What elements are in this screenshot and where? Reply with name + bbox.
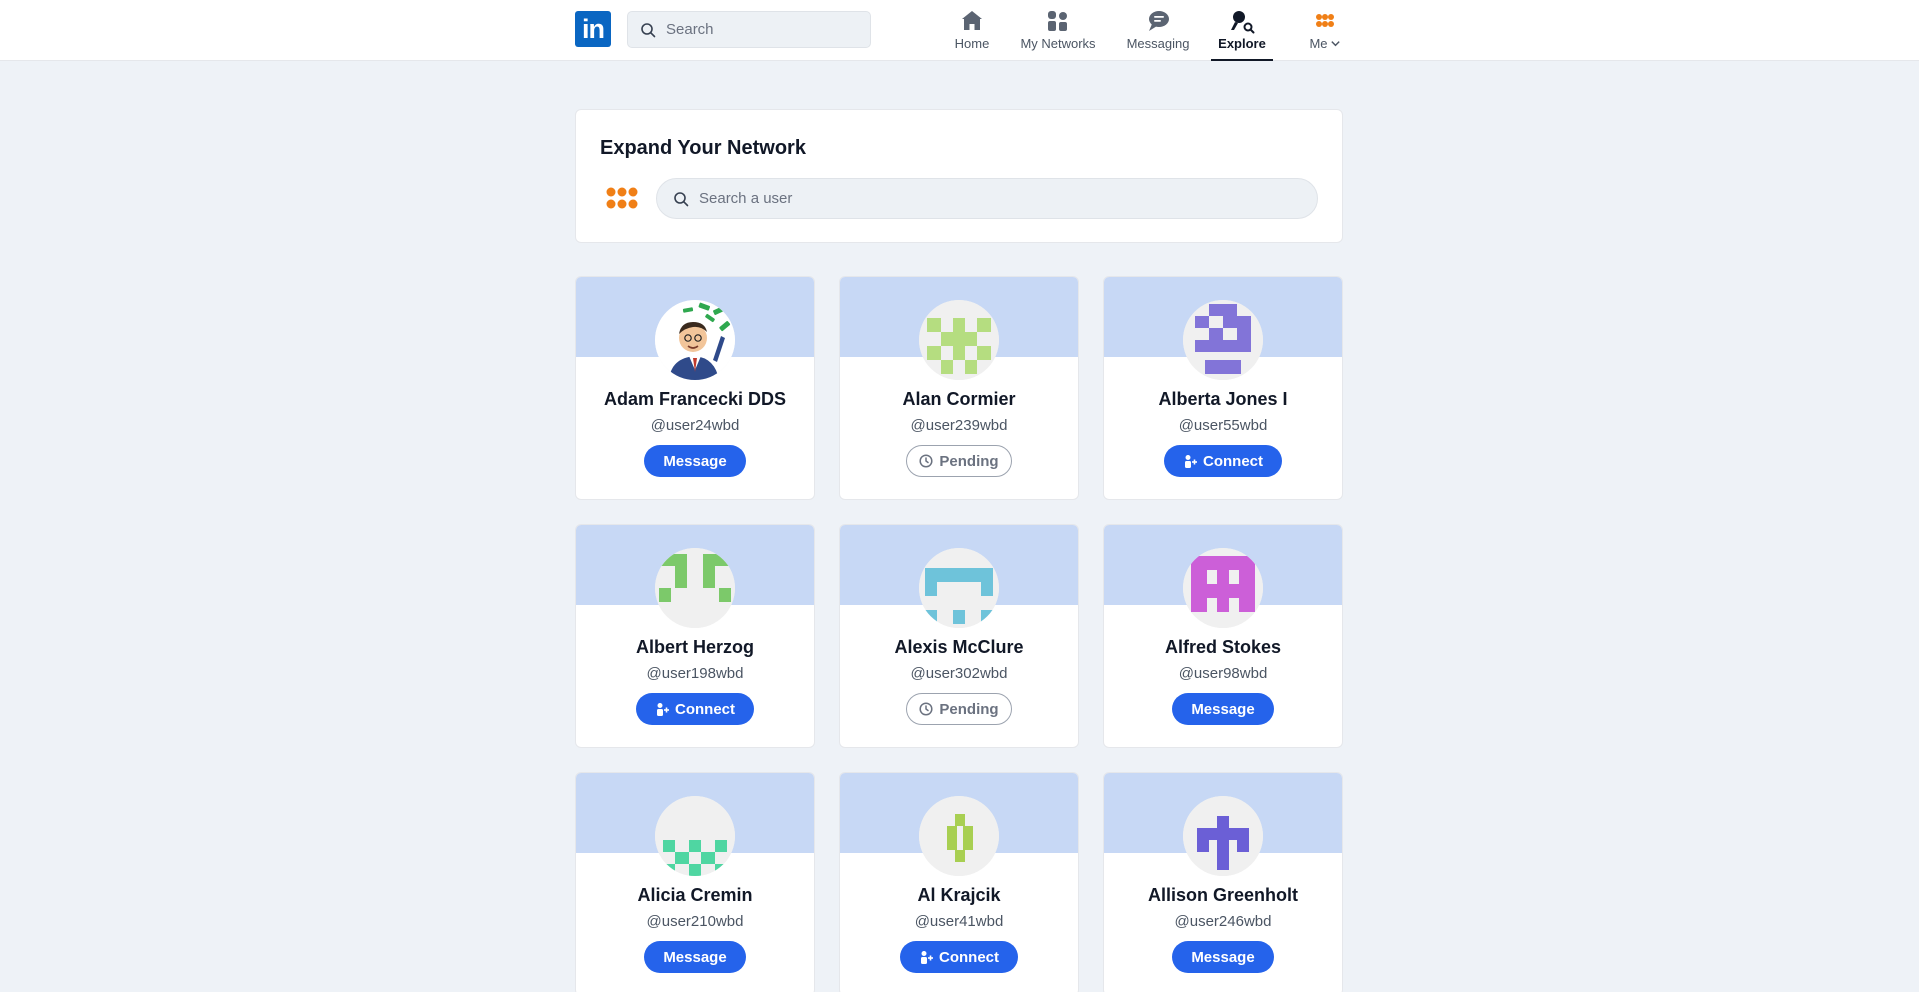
add-user-icon: [921, 951, 933, 964]
nav-explore[interactable]: Explore: [1211, 8, 1273, 61]
message-button[interactable]: Message: [1172, 941, 1274, 973]
chat-icon: [1149, 11, 1169, 31]
user-name[interactable]: Adam Francecki DDS: [576, 389, 814, 410]
nav-explore-label: Explore: [1218, 36, 1266, 51]
user-handle: @user41wbd: [914, 913, 1004, 930]
avatar[interactable]: [1183, 796, 1263, 876]
message-button-label: Message: [663, 948, 727, 966]
clock-icon: [919, 454, 933, 468]
user-card: Alan Cormier @user239wbd Pending: [839, 276, 1079, 500]
connect-button[interactable]: Connect: [1164, 445, 1282, 477]
nav-home-label: Home: [954, 36, 990, 51]
avatar[interactable]: [1183, 300, 1263, 380]
user-name[interactable]: Alan Cormier: [840, 389, 1078, 410]
user-name[interactable]: Alberta Jones I: [1104, 389, 1342, 410]
connect-button-label: Connect: [675, 700, 735, 718]
identicon-avatar-image: [1183, 796, 1263, 876]
user-name[interactable]: Al Krajcik: [840, 885, 1078, 906]
nav-me[interactable]: Me: [1306, 8, 1344, 61]
expand-network-title: Expand Your Network: [600, 137, 806, 159]
user-name[interactable]: Alicia Cremin: [576, 885, 814, 906]
user-card: Alberta Jones I @user55wbd Connect: [1103, 276, 1343, 500]
nav-home[interactable]: Home: [953, 8, 991, 61]
nav-my-networks-label: My Networks: [1020, 36, 1096, 51]
avatar[interactable]: [655, 300, 735, 380]
search-icon: [674, 191, 689, 206]
connect-button-label: Connect: [939, 948, 999, 966]
user-handle: @user246wbd: [1174, 913, 1272, 930]
nav-me-label: Me: [1309, 36, 1340, 51]
identicon-avatar-image: [1183, 548, 1263, 628]
add-user-icon: [657, 703, 669, 716]
user-card: Albert Herzog @user198wbd Connect: [575, 524, 815, 748]
user-card: Allison Greenholt @user246wbd Message: [1103, 772, 1343, 992]
home-icon: [962, 11, 982, 30]
avatar[interactable]: [655, 796, 735, 876]
user-card: Adam Francecki DDS @user24wbd Message: [575, 276, 815, 500]
people-icon: [1048, 11, 1067, 31]
user-handle: @user98wbd: [1178, 665, 1268, 682]
user-handle: @user210wbd: [646, 913, 744, 930]
identicon-avatar-image: [919, 300, 999, 380]
pending-button[interactable]: Pending: [906, 445, 1012, 477]
avatar[interactable]: [919, 548, 999, 628]
expand-network-card: Expand Your Network: [575, 109, 1343, 243]
avatar[interactable]: [919, 796, 999, 876]
top-search-box[interactable]: [627, 11, 871, 48]
avatar[interactable]: [655, 548, 735, 628]
top-navigation-bar: in Home My Networks Messaging Explore Me: [0, 0, 1919, 61]
clock-icon: [919, 702, 933, 716]
message-button-label: Message: [1191, 700, 1255, 718]
identicon-avatar-image: [1183, 300, 1263, 380]
user-name[interactable]: Alexis McClure: [840, 637, 1078, 658]
nav-messaging-label: Messaging: [1126, 36, 1190, 51]
cartoon-avatar-image: [655, 300, 735, 380]
message-button-label: Message: [663, 452, 727, 470]
user-handle: @user239wbd: [910, 417, 1008, 434]
user-card: Alicia Cremin @user210wbd Message: [575, 772, 815, 992]
avatar[interactable]: [1183, 548, 1263, 628]
pending-button-label: Pending: [939, 700, 999, 718]
message-button[interactable]: Message: [1172, 693, 1274, 725]
grid-dots-icon[interactable]: [606, 187, 638, 209]
user-handle: @user24wbd: [650, 417, 740, 434]
nav-my-networks[interactable]: My Networks: [1017, 8, 1099, 61]
user-name[interactable]: Allison Greenholt: [1104, 885, 1342, 906]
connect-button[interactable]: Connect: [900, 941, 1018, 973]
user-handle: @user198wbd: [646, 665, 744, 682]
explore-icon: [1231, 11, 1255, 34]
linkedin-logo[interactable]: in: [575, 11, 611, 47]
user-card: Alexis McClure @user302wbd Pending: [839, 524, 1079, 748]
nav-messaging[interactable]: Messaging: [1125, 8, 1191, 61]
grid-dots-icon: [1316, 14, 1334, 27]
user-handle: @user55wbd: [1178, 417, 1268, 434]
identicon-avatar-image: [919, 796, 999, 876]
identicon-avatar-image: [919, 548, 999, 628]
connect-button-label: Connect: [1203, 452, 1263, 470]
message-button-label: Message: [1191, 948, 1255, 966]
user-name[interactable]: Alfred Stokes: [1104, 637, 1342, 658]
add-user-icon: [1185, 455, 1197, 468]
chevron-down-icon: [1330, 41, 1340, 47]
user-search-box[interactable]: [656, 178, 1318, 219]
connect-button[interactable]: Connect: [636, 693, 754, 725]
user-search-input[interactable]: [699, 190, 1299, 207]
identicon-avatar-image: [655, 796, 735, 876]
identicon-avatar-image: [655, 548, 735, 628]
user-card: Alfred Stokes @user98wbd Message: [1103, 524, 1343, 748]
user-card: Al Krajcik @user41wbd Connect: [839, 772, 1079, 992]
message-button[interactable]: Message: [644, 445, 746, 477]
avatar[interactable]: [919, 300, 999, 380]
pending-button-label: Pending: [939, 452, 999, 470]
user-handle: @user302wbd: [910, 665, 1008, 682]
search-icon: [641, 22, 656, 37]
pending-button[interactable]: Pending: [906, 693, 1012, 725]
user-name[interactable]: Albert Herzog: [576, 637, 814, 658]
top-search-input[interactable]: [666, 21, 856, 38]
message-button[interactable]: Message: [644, 941, 746, 973]
